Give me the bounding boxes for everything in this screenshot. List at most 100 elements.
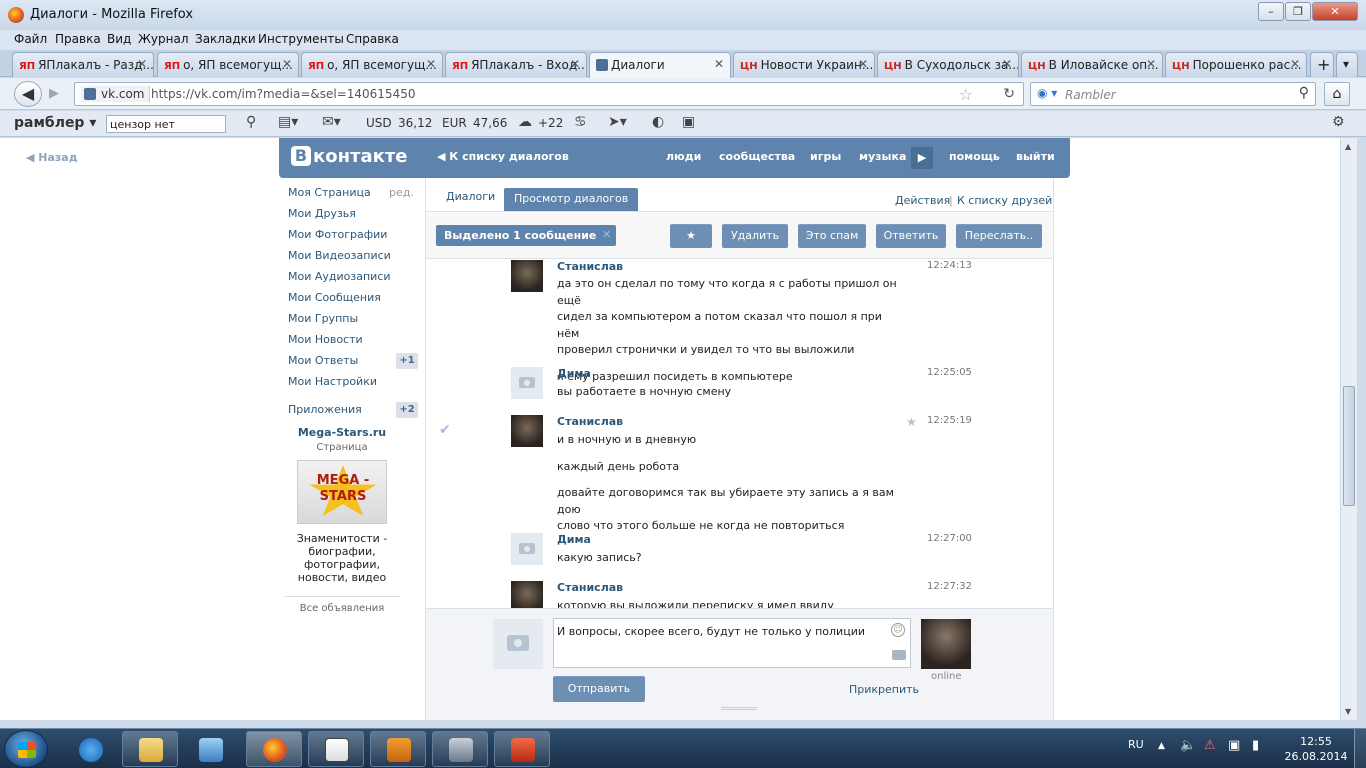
menu-edit[interactable]: Правка — [55, 32, 101, 46]
avatar[interactable] — [511, 415, 543, 447]
close-tab-icon[interactable]: ✕ — [426, 57, 436, 71]
maximize-button[interactable]: ❐ — [1285, 2, 1311, 21]
power-icon[interactable]: ▮ — [1252, 738, 1259, 753]
forward-button[interactable]: Переслать.. — [956, 224, 1042, 248]
url-bar[interactable]: vk.com https://vk.com/im?media=&sel=1406… — [74, 82, 1024, 106]
network-icon[interactable]: ⚠ — [1204, 738, 1216, 753]
menu-history[interactable]: Журнал — [138, 32, 189, 46]
forward-button[interactable]: ▶ — [44, 85, 64, 103]
menu-view[interactable]: Вид — [107, 32, 131, 46]
show-desktop-button[interactable] — [1354, 729, 1366, 768]
ad-image[interactable]: MEGA - STARS — [297, 460, 387, 524]
device-icon[interactable]: ▣ — [1228, 738, 1240, 753]
vk-logo-text[interactable]: контакте — [313, 146, 407, 167]
tab-yaplakal-4[interactable]: ЯП ЯПлакалъ - Вход... ✕ — [445, 52, 587, 77]
close-window-button[interactable]: ✕ — [1312, 2, 1358, 21]
resize-grip[interactable] — [721, 707, 757, 710]
close-tab-icon[interactable]: ✕ — [1146, 57, 1156, 71]
send-button[interactable]: Отправить — [553, 676, 645, 702]
tv-icon[interactable]: ▣ — [682, 114, 695, 130]
horoscope-icon[interactable]: ♋ — [574, 114, 587, 130]
menu-help[interactable]: Справка — [346, 32, 399, 46]
menu-messages[interactable]: Мои Сообщения — [288, 291, 381, 311]
vk-logo-icon[interactable]: В — [291, 146, 311, 166]
message-input[interactable]: И вопросы, скорее всего, будут не только… — [553, 618, 911, 668]
answers-badge[interactable]: +1 — [396, 353, 418, 369]
message-time[interactable]: 12:25:05 — [927, 367, 972, 378]
spam-button[interactable]: Это спам — [798, 224, 866, 248]
star-icon[interactable]: ★ — [906, 415, 917, 429]
menu-tools[interactable]: Инструменты — [258, 32, 344, 46]
tab-dialogs[interactable]: Диалоги ✕ — [589, 52, 731, 78]
rambler-search-input[interactable]: цензор нет — [106, 115, 226, 133]
smile-icon[interactable]: ☺ — [891, 623, 905, 637]
menu-bookmarks[interactable]: Закладки — [195, 32, 256, 46]
ad-title[interactable]: Mega-Stars.ru — [284, 426, 400, 439]
message-author[interactable]: Дима — [557, 367, 591, 380]
message-author[interactable]: Станислав — [557, 260, 623, 273]
notes-icon[interactable]: ▤▾ — [278, 114, 298, 130]
actions-link[interactable]: Действия — [895, 194, 950, 207]
menu-audio[interactable]: Мои Аудиозаписи — [288, 270, 391, 290]
play-icon[interactable]: ▶ — [911, 147, 933, 169]
menu-videos[interactable]: Мои Видеозаписи — [288, 249, 391, 269]
close-tab-icon[interactable]: ✕ — [714, 57, 724, 71]
scroll-down-icon[interactable]: ▼ — [1345, 707, 1351, 716]
reload-icon[interactable]: ↻ — [1003, 86, 1015, 102]
tab-news-3[interactable]: ЦН В Иловайске оп... ✕ — [1021, 52, 1163, 77]
volume-icon[interactable]: 🔈 — [1180, 738, 1196, 753]
menu-settings[interactable]: Мои Настройки — [288, 375, 377, 395]
home-button[interactable]: ⌂ — [1324, 82, 1350, 106]
nav-communities[interactable]: сообщества — [719, 150, 795, 163]
message-time[interactable]: 12:27:32 — [927, 581, 972, 592]
minimize-button[interactable]: – — [1258, 2, 1284, 21]
app-taskbar-button-2[interactable] — [432, 731, 488, 767]
rambler-logo[interactable]: рамблер ▾ — [14, 115, 96, 131]
moon-icon[interactable]: ◐ — [652, 114, 664, 130]
message-time[interactable]: 12:27:00 — [927, 533, 972, 544]
close-tab-icon[interactable]: ✕ — [1002, 57, 1012, 71]
avatar[interactable] — [511, 260, 543, 292]
nav-help[interactable]: помощь — [949, 150, 1000, 163]
search-engine-icon[interactable]: ◉ ▾ — [1037, 86, 1057, 100]
attach-link[interactable]: Прикрепить — [849, 683, 919, 696]
site-identity[interactable]: vk.com — [81, 86, 150, 102]
reply-button[interactable]: Ответить — [876, 224, 946, 248]
send-icon[interactable]: ➤▾ — [608, 114, 627, 130]
game-taskbar-button[interactable] — [308, 731, 364, 767]
apps-badge[interactable]: +2 — [396, 402, 418, 418]
menu-friends[interactable]: Мои Друзья — [288, 207, 356, 227]
message-author[interactable]: Станислав — [557, 415, 623, 428]
delete-button[interactable]: Удалить — [722, 224, 788, 248]
menu-photos[interactable]: Мои Фотографии — [288, 228, 387, 248]
vertical-scrollbar[interactable]: ▲ ▼ — [1340, 138, 1357, 720]
app-taskbar-button[interactable] — [370, 731, 426, 767]
message-author[interactable]: Дима — [557, 533, 591, 546]
tab-dialogs-list[interactable]: Диалоги — [446, 190, 495, 203]
tab-list-button[interactable]: ▾ — [1336, 52, 1358, 77]
tab-yaplakal-1[interactable]: ЯП ЯПлакалъ - Разд... ✕ — [12, 52, 154, 77]
back-button[interactable]: ◀ — [14, 81, 42, 107]
nav-music[interactable]: музыка — [859, 150, 906, 163]
close-tab-icon[interactable]: ✕ — [1290, 57, 1300, 71]
explorer-taskbar-button[interactable] — [122, 731, 178, 767]
nav-games[interactable]: игры — [810, 150, 841, 163]
tab-view-dialog[interactable]: Просмотр диалогов — [504, 188, 639, 211]
close-tab-icon[interactable]: ✕ — [858, 57, 868, 71]
menu-apps[interactable]: Приложения — [288, 403, 362, 423]
edit-link[interactable]: ред. — [389, 186, 414, 206]
clock[interactable]: 12:55 26.08.2014 — [1284, 734, 1348, 764]
media-player-taskbar-button[interactable] — [182, 731, 238, 767]
attach-photo-icon[interactable] — [892, 650, 906, 660]
to-dialog-list-link[interactable]: ◀ К списку диалогов — [437, 150, 569, 163]
star-button[interactable]: ★ — [670, 224, 712, 248]
nav-people[interactable]: люди — [666, 150, 701, 163]
scrollbar-thumb[interactable] — [1343, 386, 1355, 506]
avatar[interactable] — [511, 581, 543, 608]
close-tab-icon[interactable]: ✕ — [137, 57, 147, 71]
friends-list-link[interactable]: К списку друзей — [957, 194, 1052, 207]
search-icon[interactable]: ⚲ — [246, 114, 256, 130]
menu-answers[interactable]: Мои Ответы — [288, 354, 358, 374]
checkmark-icon[interactable]: ✔ — [439, 422, 451, 438]
tab-news-1[interactable]: ЦН Новости Украин... ✕ — [733, 52, 875, 77]
